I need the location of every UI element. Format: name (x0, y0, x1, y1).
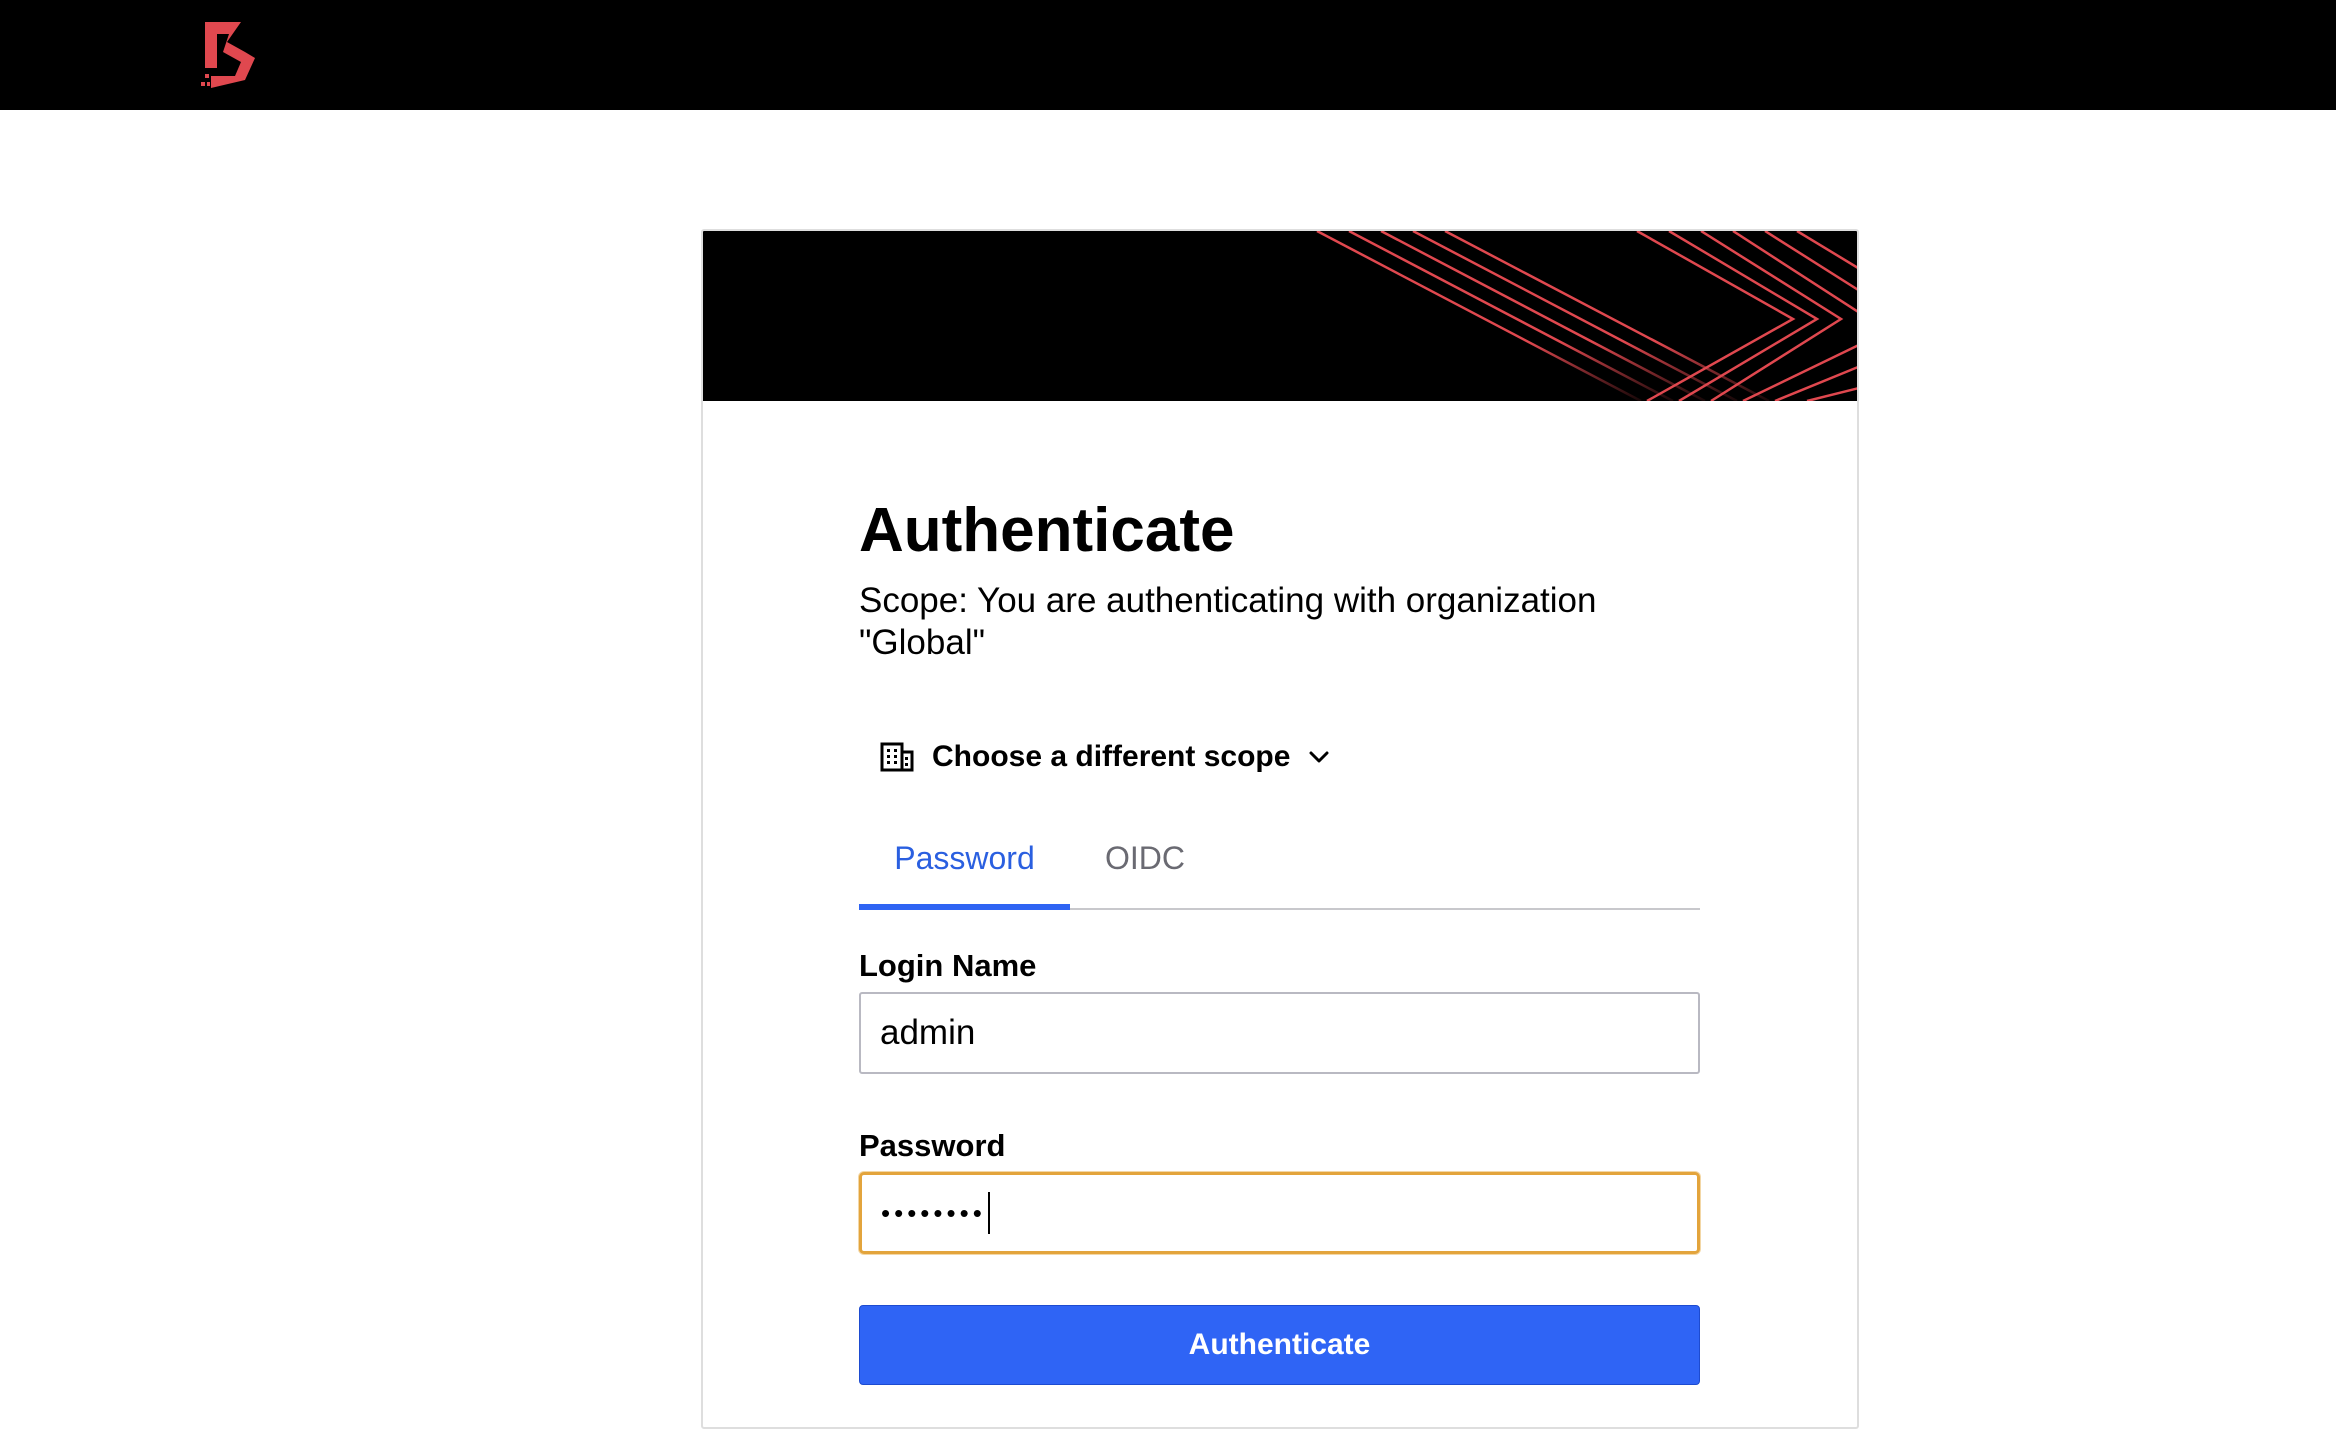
password-masked-value: •••••••• (881, 1198, 986, 1228)
chevron-down-icon (1309, 751, 1329, 763)
tab-password[interactable]: Password (859, 820, 1070, 910)
choose-scope-label: Choose a different scope (932, 740, 1291, 773)
password-input[interactable]: •••••••• (859, 1172, 1700, 1254)
authenticate-button[interactable]: Authenticate (859, 1305, 1700, 1385)
card-banner (703, 231, 1857, 401)
login-name-label: Login Name (859, 948, 1037, 983)
top-navigation-bar (0, 0, 2336, 110)
boundary-logo-icon[interactable] (201, 22, 257, 88)
page-title: Authenticate (859, 496, 1235, 565)
tab-oidc[interactable]: OIDC (1070, 820, 1220, 908)
login-name-input[interactable]: admin (859, 992, 1700, 1074)
login-name-value: admin (880, 1013, 976, 1052)
banner-decoration (1316, 231, 1857, 401)
text-cursor (987, 1191, 990, 1234)
scope-description: Scope: You are authenticating with organ… (859, 581, 1597, 662)
choose-scope-dropdown[interactable]: Choose a different scope (880, 732, 1330, 782)
auth-method-tabs: Password OIDC (859, 820, 1700, 910)
password-label: Password (859, 1128, 1006, 1163)
building-icon (880, 742, 914, 772)
